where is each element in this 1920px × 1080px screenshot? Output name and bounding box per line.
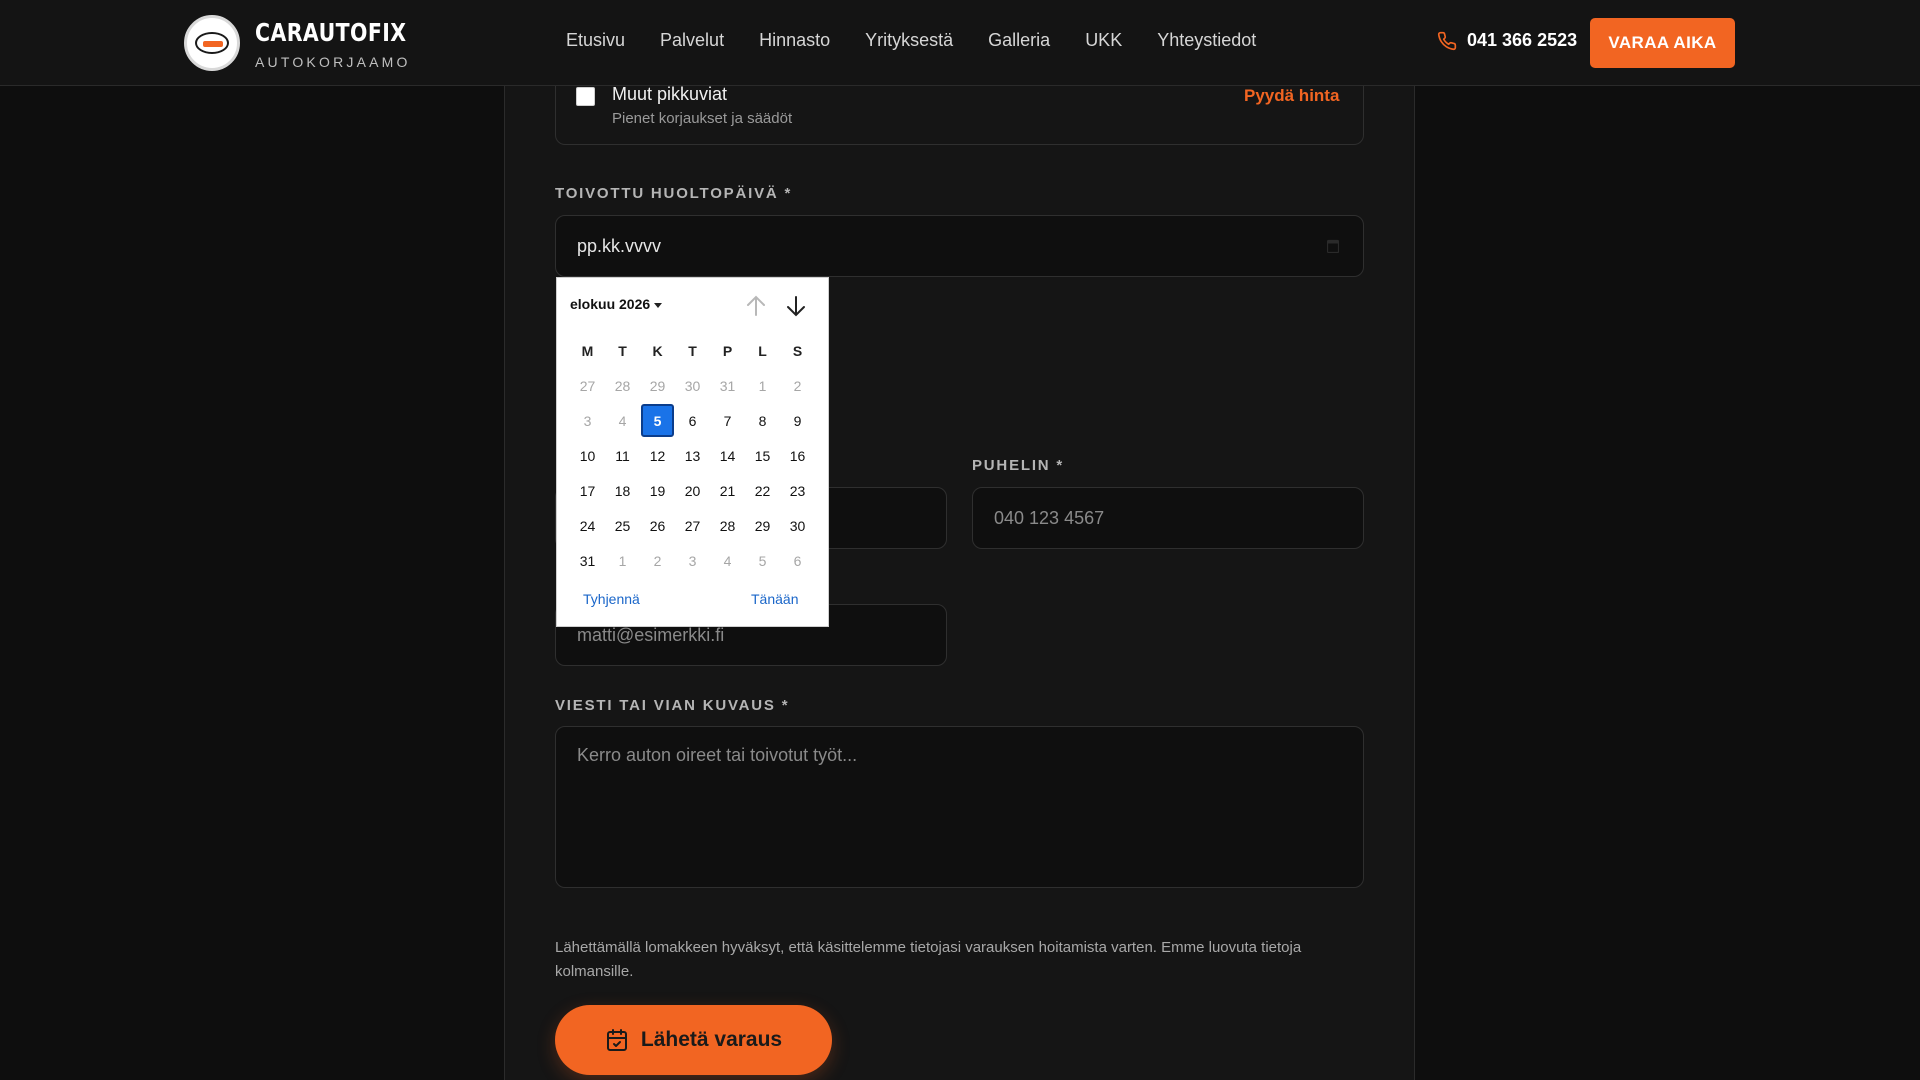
calendar-day[interactable]: 19 [640, 473, 675, 508]
calendar-day[interactable]: 18 [605, 473, 640, 508]
phone-input[interactable]: 040 123 4567 [972, 487, 1364, 549]
header-phone-number: 041 366 2523 [1467, 30, 1578, 50]
calendar-day[interactable]: 5 [745, 543, 780, 578]
clear-date-link[interactable]: Tyhjennä [583, 591, 640, 607]
nav-item-yrityksesta[interactable]: Yrityksestä [865, 30, 953, 51]
brand-subtitle: AUTOKORJAAMO [255, 54, 411, 70]
calendar-day[interactable]: 16 [780, 438, 815, 473]
calendar-day[interactable]: 2 [780, 368, 815, 403]
privacy-consent-text: Lähettämällä lomakkeen hyväksyt, että kä… [555, 939, 1302, 980]
previous-month-arrow-icon[interactable] [745, 294, 767, 318]
calendar-day[interactable]: 4 [605, 403, 640, 438]
calendar-day[interactable]: 2 [640, 543, 675, 578]
submit-booking-label: Lähetä varaus [640, 1028, 783, 1051]
calendar-day[interactable]: 15 [745, 438, 780, 473]
nav-item-ukk[interactable]: UKK [1085, 30, 1122, 51]
calendar-day[interactable]: 30 [780, 508, 815, 543]
weekday-label: T [618, 343, 627, 359]
calendar-day[interactable]: 31 [710, 368, 745, 403]
calendar-day[interactable]: 17 [570, 473, 605, 508]
service-price: Pyydä hinta [1244, 86, 1340, 105]
calendar-day[interactable]: 3 [570, 403, 605, 438]
weekday-label: K [652, 343, 663, 359]
calendar-day[interactable]: 22 [745, 473, 780, 508]
service-title: Muut pikkuviat [612, 84, 728, 104]
calendar-day[interactable]: 6 [780, 543, 815, 578]
calendar-day[interactable]: 8 [745, 403, 780, 438]
calendar-day[interactable]: 6 [675, 403, 710, 438]
calendar-day[interactable]: 31 [570, 543, 605, 578]
calendar-day[interactable]: 23 [780, 473, 815, 508]
header-phone-link[interactable]: 041 366 2523 [1437, 30, 1577, 51]
date-input-value: pp.kk.vvvv [577, 235, 662, 256]
site-header: CARAUTOFIX AUTOKORJAAMO Etusivu Palvelut… [0, 0, 1920, 86]
weekday-label: T [688, 343, 697, 359]
calendar-day[interactable]: 12 [640, 438, 675, 473]
calendar-day[interactable]: 11 [605, 438, 640, 473]
calendar-picker-icon[interactable] [1327, 239, 1339, 253]
phone-icon [1437, 31, 1457, 50]
weekday-label: P [722, 343, 733, 359]
date-input[interactable]: pp.kk.vvvv [555, 215, 1364, 277]
phone-input-placeholder: 040 123 4567 [994, 507, 1105, 528]
calendar-day[interactable]: 3 [675, 543, 710, 578]
calendar-day[interactable]: 28 [605, 368, 640, 403]
weekday-label: M [581, 343, 594, 359]
nav-item-palvelut[interactable]: Palvelut [660, 30, 724, 51]
brand-name[interactable]: CARAUTOFIX [255, 18, 407, 47]
weekday-header-row: M T K T P L S [570, 343, 815, 359]
calendar-day[interactable]: 1 [745, 368, 780, 403]
nav-item-etusivu[interactable]: Etusivu [566, 30, 625, 51]
calendar-day[interactable]: 28 [710, 508, 745, 543]
calendar-day[interactable]: 27 [570, 368, 605, 403]
calendar-day[interactable]: 27 [675, 508, 710, 543]
calendar-day[interactable]: 4 [710, 543, 745, 578]
service-description: Pienet korjaukset ja säädöt [612, 110, 793, 127]
message-field-label: VIESTI TAI VIAN KUVAUS * [555, 697, 790, 714]
calendar-day[interactable]: 14 [710, 438, 745, 473]
calendar-day[interactable]: 13 [675, 438, 710, 473]
calendar-day[interactable]: 7 [710, 403, 745, 438]
book-appointment-button[interactable]: VARAA AIKA [1590, 18, 1735, 68]
calendar-day-selected[interactable]: 5 [641, 404, 674, 437]
calendar-day[interactable]: 10 [570, 438, 605, 473]
date-picker-popup: elokuu 2026 M T K T P L S 27 28 29 30 31 1 2 3 4… [556, 277, 829, 627]
calendar-day-grid: 27 28 29 30 31 1 2 3 4 5 6 7 8 9 10 11 12 13 14 15 16 17 18 19 2… [570, 368, 815, 578]
service-checkbox[interactable] [576, 87, 595, 106]
month-year-label: elokuu 2026 [570, 296, 651, 312]
calendar-day[interactable]: 29 [640, 368, 675, 403]
nav-item-yhteystiedot[interactable]: Yhteystiedot [1157, 30, 1256, 51]
weekday-label: S [792, 343, 803, 359]
calendar-day[interactable]: 25 [605, 508, 640, 543]
calendar-day[interactable]: 30 [675, 368, 710, 403]
brand-logo[interactable] [184, 15, 240, 71]
nav-item-galleria[interactable]: Galleria [988, 30, 1050, 51]
weekday-label: L [758, 343, 767, 359]
calendar-day[interactable]: 29 [745, 508, 780, 543]
submit-booking-button[interactable]: Lähetä varaus [555, 1005, 832, 1075]
calendar-check-icon [606, 1029, 627, 1051]
date-field-label: TOIVOTTU HUOLTOPÄIVÄ * [555, 185, 793, 202]
calendar-day[interactable]: 21 [710, 473, 745, 508]
calendar-day[interactable]: 9 [780, 403, 815, 438]
month-year-selector[interactable]: elokuu 2026 [570, 296, 663, 312]
today-link[interactable]: Tänään [751, 591, 798, 607]
calendar-day[interactable]: 1 [605, 543, 640, 578]
main-nav: Etusivu Palvelut Hinnasto Yrityksestä Ga… [566, 30, 1291, 51]
calendar-day[interactable]: 20 [675, 473, 710, 508]
car-logo-icon [195, 32, 229, 54]
calendar-day[interactable]: 24 [570, 508, 605, 543]
dropdown-caret-icon [654, 302, 663, 308]
message-textarea-placeholder: Kerro auton oireet tai toivotut työt... [577, 745, 858, 765]
email-input-placeholder: matti@esimerkki.fi [577, 624, 725, 645]
nav-item-hinnasto[interactable]: Hinnasto [759, 30, 830, 51]
next-month-arrow-icon[interactable] [785, 294, 807, 318]
message-textarea[interactable]: Kerro auton oireet tai toivotut työt... [555, 726, 1364, 888]
phone-field-label: PUHELIN * [972, 457, 1065, 474]
calendar-day[interactable]: 26 [640, 508, 675, 543]
